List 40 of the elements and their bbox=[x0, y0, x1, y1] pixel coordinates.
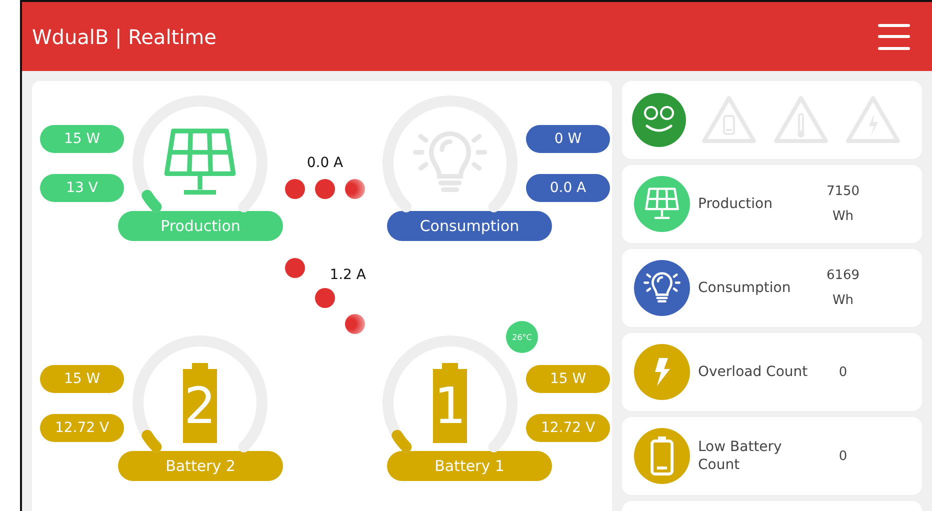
flow-dot bbox=[315, 179, 335, 199]
gauge-label: Battery 1 bbox=[387, 451, 552, 481]
current-reading: 1.2 A bbox=[330, 267, 366, 283]
temperature-badge: 26°C bbox=[506, 321, 538, 353]
gauge-fill bbox=[142, 430, 162, 452]
stat-unit: Wh bbox=[832, 209, 854, 224]
stat-value: 7150 bbox=[826, 184, 860, 199]
gauge-label: Battery 2 bbox=[118, 451, 283, 481]
reading-pill: 15 W bbox=[526, 364, 610, 392]
gauge-fill bbox=[392, 430, 412, 452]
stat-label: Production bbox=[698, 194, 774, 214]
reading-pill: 12.72 V bbox=[526, 414, 610, 442]
stat-value: 0 bbox=[838, 448, 848, 464]
reading-pill: 12.72 V bbox=[40, 414, 124, 442]
reading-pill: 15 W bbox=[40, 124, 124, 152]
flow-dot bbox=[285, 258, 305, 278]
gauge-fill bbox=[142, 190, 162, 212]
flow-dot bbox=[285, 179, 305, 199]
smiley-icon bbox=[632, 93, 686, 147]
menu-button[interactable] bbox=[878, 24, 910, 50]
stat-label: Overload Count bbox=[698, 362, 809, 382]
gauge-label: Production bbox=[118, 211, 283, 241]
battery-icon: 1 bbox=[433, 363, 467, 443]
stat-value: 0 bbox=[838, 364, 848, 380]
battery-icon: 2 bbox=[183, 363, 217, 443]
flow-dot bbox=[345, 179, 365, 199]
stat-label: Consumption bbox=[698, 278, 792, 298]
flow-dot bbox=[345, 314, 365, 334]
reading-pill: 13 V bbox=[40, 174, 124, 202]
stat-value: 6169 bbox=[826, 268, 860, 283]
page-title: WdualB | Realtime bbox=[32, 24, 216, 48]
gauge-label: Consumption bbox=[387, 211, 552, 241]
stat-label: Low Battery Count bbox=[698, 438, 783, 474]
flow-dot bbox=[315, 288, 335, 308]
battery-icon bbox=[649, 436, 675, 476]
reading-pill: 15 W bbox=[40, 364, 124, 392]
current-reading: 0.0 A bbox=[306, 155, 344, 171]
stat-unit: Wh bbox=[832, 293, 854, 308]
reading-pill: 0 W bbox=[526, 124, 610, 152]
reading-pill: 0.0 A bbox=[526, 174, 610, 202]
